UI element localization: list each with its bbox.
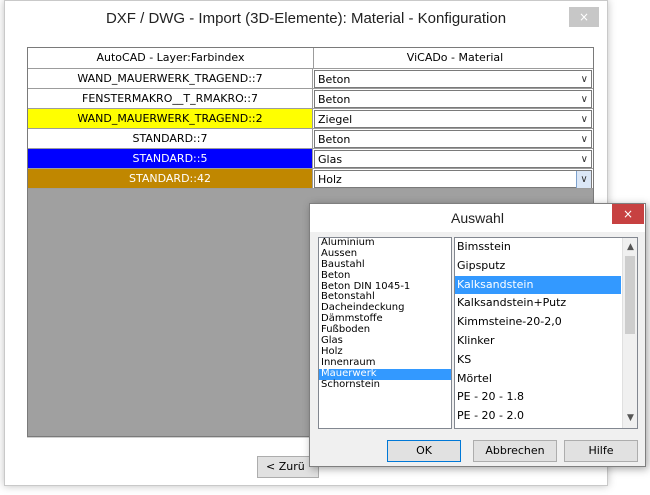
cancel-button[interactable]: Abbrechen (473, 440, 557, 462)
list-item[interactable]: Kimmsteine-20-2,0 (455, 313, 621, 332)
material-cell: Beton ∨ (313, 89, 593, 109)
list-item[interactable]: Mörtel (455, 370, 621, 389)
material-list-items: Bimsstein Gipsputz Kalksandstein Kalksandst… (455, 238, 637, 429)
list-item[interactable]: Schornstein (319, 379, 451, 391)
material-cell: Holz ∨ (313, 169, 593, 189)
material-select[interactable]: Ziegel ∨ (314, 110, 592, 128)
layer-cell: STANDARD::42 (28, 169, 313, 189)
list-item[interactable]: KS (455, 351, 621, 370)
material-select-value: Beton (318, 93, 351, 106)
column-header-material[interactable]: ViCADo - Material (314, 48, 596, 68)
material-cell: Glas ∨ (313, 149, 593, 169)
layer-cell: WAND_MAUERWERK_TRAGEND::2 (28, 109, 313, 129)
selection-popup: Auswahl × Aluminium Aussen Baustahl Beton Be… (309, 203, 646, 467)
scroll-thumb[interactable] (625, 256, 635, 334)
scroll-up-icon[interactable]: ▲ (623, 240, 637, 255)
material-list-scrollbar[interactable]: ▲ ▼ (622, 238, 637, 428)
layer-cell: FENSTERMAKRO__T_RMAKRO::7 (28, 89, 313, 109)
main-dialog-title: DXF / DWG - Import (3D-Elemente): Materi… (105, 10, 507, 27)
scroll-down-icon[interactable]: ▼ (623, 411, 637, 426)
material-select-value: Beton (318, 133, 351, 146)
material-select[interactable]: Glas ∨ (314, 150, 592, 168)
close-icon: × (622, 207, 634, 221)
material-select[interactable]: Holz ∨ (314, 170, 592, 188)
table-row[interactable]: STANDARD::42 Holz ∨ (28, 169, 595, 189)
list-item[interactable]: Kalksandstein (455, 275, 621, 295)
category-list[interactable]: Aluminium Aussen Baustahl Beton Beton DIN 10… (318, 237, 452, 429)
layer-cell: WAND_MAUERWERK_TRAGEND::7 (28, 69, 313, 89)
popup-title: Auswahl (310, 204, 645, 232)
material-select[interactable]: Beton ∨ (314, 90, 592, 108)
popup-close-button[interactable]: × (612, 204, 644, 224)
table-row[interactable]: WAND_MAUERWERK_TRAGEND::7 Beton ∨ (28, 69, 595, 89)
list-item[interactable]: Bimsstein (455, 238, 621, 257)
material-list[interactable]: Bimsstein Gipsputz Kalksandstein Kalksandst… (454, 237, 638, 429)
list-item[interactable]: Planziegel (455, 426, 621, 429)
main-close-button[interactable]: × (569, 7, 599, 27)
table-row[interactable]: STANDARD::7 Beton ∨ (28, 129, 595, 149)
ok-button[interactable]: OK (387, 440, 461, 462)
material-cell: Beton ∨ (313, 69, 593, 89)
list-item[interactable]: Gipsputz (455, 257, 621, 276)
table-row[interactable]: FENSTERMAKRO__T_RMAKRO::7 Beton ∨ (28, 89, 595, 109)
chevron-down-icon[interactable]: ∨ (581, 71, 588, 88)
table-row[interactable]: STANDARD::5 Glas ∨ (28, 149, 595, 169)
layer-cell: STANDARD::5 (28, 149, 313, 169)
chevron-down-icon[interactable]: ∨ (576, 171, 591, 188)
material-select-value: Ziegel (318, 113, 353, 126)
material-cell: Ziegel ∨ (313, 109, 593, 129)
list-item[interactable]: PE - 20 - 1.8 (455, 388, 621, 407)
column-header-layer[interactable]: AutoCAD - Layer:Farbindex (28, 48, 314, 68)
close-icon: × (578, 10, 590, 24)
material-select[interactable]: Beton ∨ (314, 70, 592, 88)
help-button[interactable]: Hilfe (564, 440, 638, 462)
layer-cell: STANDARD::7 (28, 129, 313, 149)
material-cell: Beton ∨ (313, 129, 593, 149)
list-item[interactable]: Beton (319, 270, 451, 282)
chevron-down-icon[interactable]: ∨ (581, 91, 588, 108)
table-row[interactable]: WAND_MAUERWERK_TRAGEND::2 Ziegel ∨ (28, 109, 595, 129)
material-select-value: Holz (318, 173, 342, 186)
list-item[interactable]: PE - 20 - 2.0 (455, 407, 621, 426)
material-select-value: Beton (318, 73, 351, 86)
list-item[interactable]: Kalksandstein+Putz (455, 294, 621, 313)
grid-header: AutoCAD - Layer:Farbindex ViCADo - Mater… (28, 48, 593, 69)
chevron-down-icon[interactable]: ∨ (581, 131, 588, 148)
list-item[interactable]: Klinker (455, 332, 621, 351)
material-select[interactable]: Beton ∨ (314, 130, 592, 148)
chevron-down-icon[interactable]: ∨ (581, 151, 588, 168)
material-select-value: Glas (318, 153, 343, 166)
list-item[interactable]: Mauerwerk (319, 368, 451, 380)
chevron-down-icon[interactable]: ∨ (581, 111, 588, 128)
